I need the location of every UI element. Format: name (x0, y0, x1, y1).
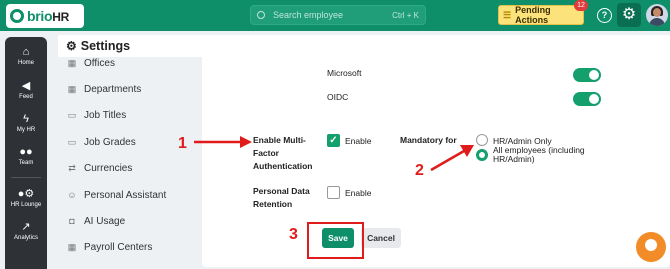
data-retention-label: Personal Data Retention (253, 186, 310, 209)
settings-header: ⚙ Settings (58, 35, 670, 57)
submenu-label: Payroll Centers (84, 241, 153, 253)
top-bar: brioHR Search employee Ctrl + K ☰ Pendin… (0, 0, 670, 31)
building-icon: ▦ (67, 57, 77, 68)
submenu-item-ai-usage[interactable]: ◘ AI Usage (66, 213, 125, 229)
user-gear-icon: ●⚙ (17, 188, 35, 200)
logo-suffix: HR (52, 10, 69, 24)
annotation-number-3: 3 (289, 226, 298, 243)
search-shortcut: Ctrl + K (392, 10, 419, 20)
cancel-button[interactable]: Cancel (361, 228, 401, 248)
submenu-label: Departments (84, 83, 142, 95)
submenu-label: Personal Assistant (84, 189, 167, 201)
annotation-arrow-2 (430, 145, 474, 172)
submenu-label: Job Titles (84, 109, 127, 121)
people-icon: ☺ (67, 190, 77, 200)
left-nav: ⌂ Home ◀ Feed ϟ My HR ●● Team ●⚙ HR Loun… (5, 37, 47, 269)
page-title: Settings (80, 39, 131, 53)
team-icon: ●● (19, 146, 33, 158)
nav-item-my-hr[interactable]: ϟ My HR (5, 112, 47, 133)
search-input[interactable]: Search employee Ctrl + K (250, 5, 426, 25)
mfa-label: Enable Multi-Factor Authentication (253, 135, 313, 171)
logo-text: brio (27, 8, 53, 24)
submenu-label: AI Usage (84, 215, 126, 227)
nav-item-hr-lounge[interactable]: ●⚙ HR Lounge (5, 187, 47, 208)
submenu-item-departments[interactable]: ▦ Departments (66, 81, 142, 97)
mfa-enable-checkbox[interactable]: ✓ (327, 134, 340, 147)
nav-label: Home (17, 60, 34, 66)
briefcase-icon: ▭ (67, 109, 77, 120)
retention-enable-checkbox[interactable] (327, 186, 340, 199)
megaphone-icon: ◀ (21, 80, 31, 92)
briefcase-icon: ▭ (67, 136, 77, 147)
home-icon: ⌂ (22, 46, 30, 58)
chat-support-button[interactable] (636, 232, 666, 262)
submenu-item-payroll-centers[interactable]: ▦ Payroll Centers (66, 239, 153, 255)
submenu-label: Offices (84, 57, 115, 69)
nav-item-team[interactable]: ●● Team (5, 145, 47, 166)
gear-icon: ⚙ (66, 39, 77, 53)
avatar[interactable] (646, 4, 668, 26)
settings-gear-icon[interactable]: ⚙ (617, 3, 641, 27)
nav-item-feed[interactable]: ◀ Feed (5, 79, 47, 100)
building-icon: ▦ (67, 83, 77, 94)
mfa-enable-label: Enable (345, 136, 372, 146)
submenu-item-currencies[interactable]: ⇄ Currencies (66, 160, 132, 176)
microsoft-toggle[interactable] (573, 68, 601, 82)
annotation-number-2: 2 (415, 162, 424, 179)
nav-label: Team (18, 160, 34, 166)
nav-label: HR Lounge (10, 202, 42, 208)
chart-icon: ↗ (21, 221, 31, 233)
pending-actions-label: Pending Actions (515, 5, 551, 25)
nav-item-analytics[interactable]: ↗ Analytics (5, 220, 47, 241)
search-icon (257, 11, 265, 19)
all-employees-label: All employees (including HR/Admin) (493, 145, 585, 164)
pending-count-badge: 12 (574, 0, 588, 11)
pending-actions-button[interactable]: ☰ Pending Actions (498, 5, 584, 25)
submenu-item-personal-assistant[interactable]: ☺ Personal Assistant (66, 187, 166, 203)
nav-label: My HR (16, 127, 36, 133)
building-icon: ▦ (67, 241, 77, 252)
radio-all-employees[interactable] (476, 149, 488, 161)
oidc-label: OIDC (327, 92, 349, 102)
annotation-number-1: 1 (178, 135, 187, 152)
settings-submenu: ▦ Offices ▦ Departments ▭ Job Titles ▭ J… (58, 57, 198, 269)
nav-label: Feed (19, 94, 33, 100)
annotation-arrow-1 (194, 136, 252, 148)
logo-mark-icon (10, 9, 24, 23)
search-placeholder: Search employee (273, 10, 344, 20)
nav-label: Analytics (13, 235, 38, 241)
bolt-icon: ϟ (23, 113, 29, 125)
radio-hr-admin-only[interactable] (476, 134, 488, 146)
nav-item-home[interactable]: ⌂ Home (5, 45, 47, 66)
annotation-highlight-box (307, 222, 364, 259)
submenu-label: Job Grades (84, 136, 136, 148)
oidc-toggle[interactable] (573, 92, 601, 106)
help-icon[interactable]: ? (597, 8, 612, 23)
submenu-item-offices[interactable]: ▦ Offices (66, 55, 115, 71)
chat-icon (645, 239, 657, 251)
brio-logo[interactable]: brioHR (6, 4, 84, 28)
nav-divider (11, 177, 41, 178)
microsoft-label: Microsoft (327, 68, 362, 78)
submenu-item-job-grades[interactable]: ▭ Job Grades (66, 134, 136, 150)
submenu-item-job-titles[interactable]: ▭ Job Titles (66, 107, 127, 123)
exchange-icon: ⇄ (68, 162, 76, 173)
robot-icon: ◘ (69, 216, 75, 226)
retention-enable-label: Enable (345, 188, 372, 198)
submenu-label: Currencies (84, 162, 133, 174)
list-icon: ☰ (503, 9, 512, 20)
